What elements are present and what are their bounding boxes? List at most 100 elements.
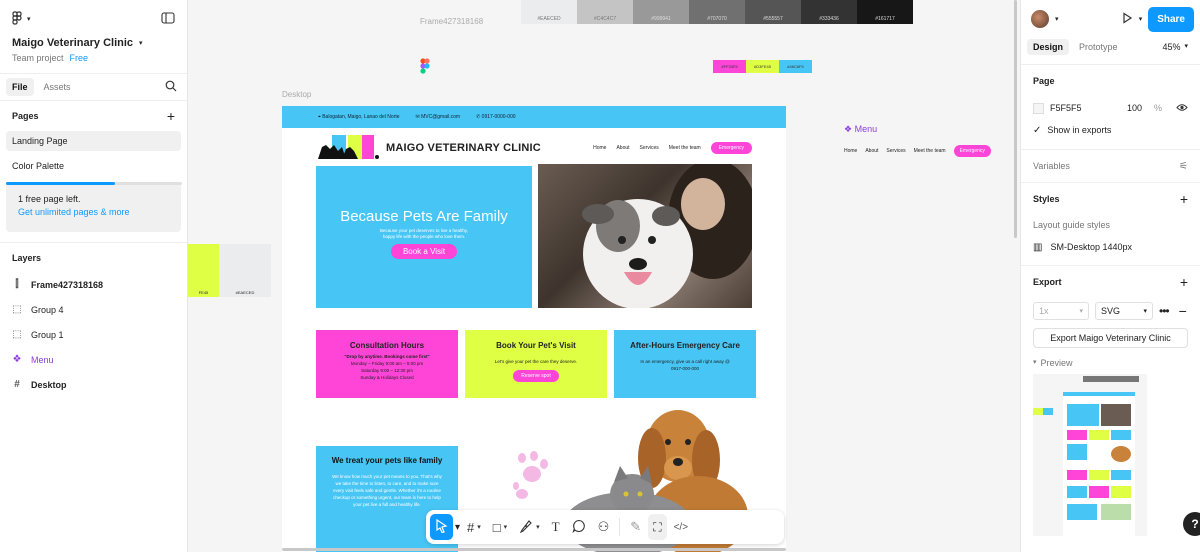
style-item[interactable]: ▥ SM-Desktop 1440px: [1033, 235, 1188, 265]
brand-swatch[interactable]: #46C6F5: [779, 60, 812, 73]
search-icon[interactable]: [165, 80, 181, 95]
layer-item[interactable]: ⫿ Frame427318168: [0, 272, 187, 297]
reserve-spot-button[interactable]: Reserve spot: [513, 370, 559, 382]
dev-mode-tool[interactable]: </>: [669, 514, 693, 540]
text-tool[interactable]: T: [547, 514, 565, 540]
upgrade-link[interactable]: Get unlimited pages & more: [18, 207, 169, 217]
tab-design[interactable]: Design: [1027, 39, 1070, 55]
menu-team[interactable]: Meet the team: [914, 148, 946, 154]
menu-about[interactable]: About: [865, 148, 878, 154]
share-button[interactable]: Share: [1148, 6, 1194, 32]
add-page-icon[interactable]: +: [167, 108, 175, 124]
tab-prototype[interactable]: Prototype: [1073, 39, 1124, 55]
more-options-icon[interactable]: •••: [1159, 304, 1170, 318]
horizontal-scrollbar[interactable]: [282, 548, 786, 551]
menu-emergency[interactable]: Emergency: [953, 145, 991, 157]
draw-tool[interactable]: ✎: [625, 514, 646, 540]
page-color-swatch[interactable]: [1033, 102, 1044, 114]
menu-component-label[interactable]: ❖ Menu: [844, 124, 877, 135]
export-header: Export +: [1033, 274, 1188, 290]
care-title: We treat your pets like family: [331, 456, 443, 465]
chevron-down-icon[interactable]: ▾: [1139, 15, 1143, 23]
page-item-color-palette[interactable]: Color Palette: [6, 156, 181, 176]
book-visit-button[interactable]: Book a Visit: [390, 244, 458, 259]
layers-title: Layers: [12, 252, 42, 263]
zoom-control[interactable]: 45% ▾: [1162, 42, 1194, 52]
project-name[interactable]: Maigo Veterinary Clinic ▾: [0, 36, 187, 50]
help-button[interactable]: ?: [1183, 512, 1200, 536]
main-menu-button[interactable]: ▾: [12, 10, 31, 28]
add-export-icon[interactable]: +: [1180, 274, 1188, 290]
frame-tool[interactable]: # ▾: [462, 514, 486, 540]
nav-services[interactable]: Services: [640, 145, 659, 151]
brand-palette[interactable]: #FF33F5 #D3FE45 #46C6F5: [713, 60, 812, 73]
layer-item[interactable]: # Desktop: [0, 372, 187, 397]
swatch-lime[interactable]: FE45: [188, 244, 219, 297]
comment-tool[interactable]: [567, 514, 591, 540]
book-visit-card: Book Your Pet's Visit Let's give your pe…: [465, 330, 607, 398]
toggle-sidebar-icon[interactable]: [161, 11, 175, 27]
eye-icon[interactable]: [1176, 103, 1188, 114]
show-in-exports-row[interactable]: ✓ Show in exports: [1033, 119, 1188, 141]
brand-swatch[interactable]: #FF33F5: [713, 60, 746, 73]
page-color-row[interactable]: F5F5F5 100 %: [1033, 97, 1188, 119]
menu-home[interactable]: Home: [844, 148, 857, 154]
sliders-icon[interactable]: ⚟: [1179, 161, 1188, 172]
move-tool[interactable]: [430, 514, 453, 540]
nav-home[interactable]: Home: [593, 145, 606, 151]
preview-toggle[interactable]: ▾ Preview: [1033, 358, 1188, 368]
nav-team[interactable]: Meet the team: [669, 145, 701, 151]
chevron-down-icon[interactable]: ▾: [455, 522, 460, 533]
layer-item[interactable]: ⬚ Group 4: [0, 297, 187, 322]
export-format-select[interactable]: SVG ▾: [1095, 302, 1153, 320]
menu-services[interactable]: Services: [886, 148, 905, 154]
desktop-frame[interactable]: ⌖ Balogatan, Maigo, Lanao del Norte ✉ MV…: [282, 106, 786, 552]
checkmark-icon[interactable]: ✓: [1033, 125, 1041, 136]
palette-swatch[interactable]: #333436: [801, 0, 857, 24]
add-style-icon[interactable]: +: [1180, 191, 1188, 207]
palette-swatch[interactable]: #161717: [857, 0, 913, 24]
layer-item[interactable]: ⬚ Group 1: [0, 322, 187, 347]
present-icon[interactable]: [1121, 11, 1133, 27]
nav-about[interactable]: About: [616, 145, 629, 151]
palette-swatch[interactable]: #EAECED: [521, 0, 577, 24]
chevron-down-icon[interactable]: ▾: [1055, 15, 1059, 23]
card-title: Consultation Hours: [349, 341, 425, 350]
layout-guide-label: Layout guide styles: [1033, 220, 1111, 230]
layer-name: Desktop: [31, 379, 67, 390]
export-button[interactable]: Export Maigo Veterinary Clinic: [1033, 328, 1188, 348]
palette-swatch[interactable]: #707070: [689, 0, 745, 24]
design-mode-tool[interactable]: ⛶: [648, 514, 667, 540]
shape-tool[interactable]: □ ▾: [488, 514, 512, 540]
side-swatches[interactable]: FE45 #EAECED: [188, 244, 271, 297]
nav-emergency-button[interactable]: Emergency: [710, 142, 752, 154]
pen-tool[interactable]: ▾: [514, 514, 545, 540]
tab-assets[interactable]: Assets: [38, 78, 77, 96]
layer-item[interactable]: ❖ Menu: [0, 347, 187, 372]
swatch-gray[interactable]: #EAECED: [219, 244, 271, 297]
page-color-value[interactable]: F5F5F5: [1050, 103, 1121, 113]
palette-swatch[interactable]: #555557: [745, 0, 801, 24]
avatar[interactable]: [1031, 10, 1049, 28]
export-scale-select[interactable]: 1x ▾: [1033, 302, 1089, 320]
hero-block: Because Pets Are Family Because your pet…: [316, 166, 532, 308]
brand-swatch[interactable]: #D3FE45: [746, 60, 779, 73]
plan-badge[interactable]: Free: [70, 53, 89, 63]
vertical-scrollbar[interactable]: [1014, 0, 1017, 238]
page-item-landing[interactable]: Landing Page: [6, 131, 181, 151]
page-opacity-value[interactable]: 100: [1127, 103, 1142, 113]
palette-strip[interactable]: #EAECED #C4C4C7 #999941 #707070 #555557 #3334…: [521, 0, 913, 24]
frame-label[interactable]: Frame427318168: [420, 17, 483, 26]
logo-mark: [316, 133, 382, 163]
remove-export-icon[interactable]: −: [1179, 303, 1187, 319]
chevron-down-icon: ▾: [1033, 359, 1037, 366]
actions-tool[interactable]: ⚇: [593, 514, 615, 540]
canvas[interactable]: Frame427318168 #EAECED #C4C4C7 #999941 #707…: [188, 0, 1020, 552]
brand-name: MAIGO VETERINARY CLINIC: [386, 142, 541, 154]
palette-swatch[interactable]: #999941: [633, 0, 689, 24]
tab-file[interactable]: File: [6, 78, 34, 96]
menu-component[interactable]: Home About Services Meet the team Emerge…: [844, 144, 1020, 158]
palette-swatch[interactable]: #C4C4C7: [577, 0, 633, 24]
desktop-frame-label[interactable]: Desktop: [282, 90, 311, 99]
variables-header[interactable]: Variables ⚟: [1033, 150, 1188, 182]
